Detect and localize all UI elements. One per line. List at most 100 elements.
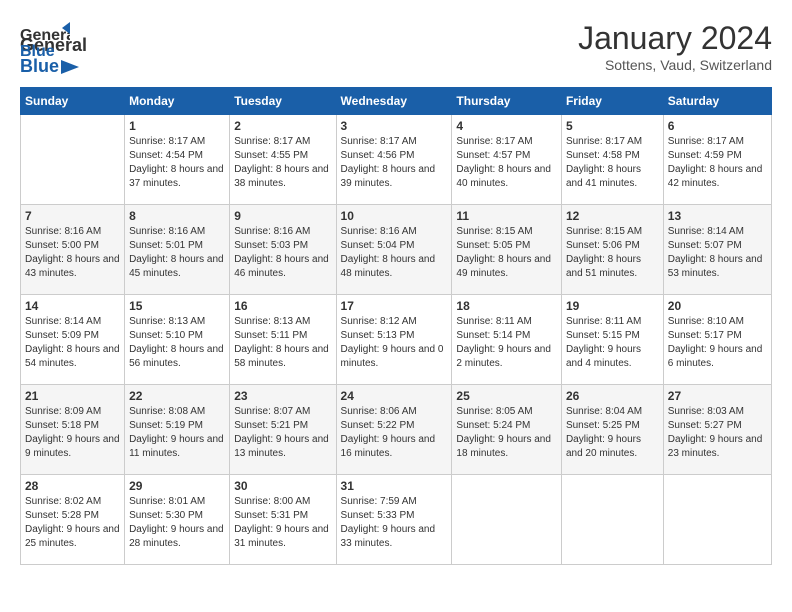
title-area: January 2024 Sottens, Vaud, Switzerland [578,20,772,73]
header-row: SundayMondayTuesdayWednesdayThursdayFrid… [21,88,772,115]
location-subtitle: Sottens, Vaud, Switzerland [578,57,772,73]
day-number: 19 [566,299,659,313]
day-info: Sunrise: 8:15 AMSunset: 5:05 PMDaylight:… [456,225,557,281]
day-number: 21 [25,389,120,403]
day-info: Sunrise: 8:03 AMSunset: 5:27 PMDaylight:… [668,405,767,461]
day-number: 9 [234,209,331,223]
day-info: Sunrise: 8:16 AMSunset: 5:01 PMDaylight:… [129,225,225,281]
day-number: 27 [668,389,767,403]
day-info: Sunrise: 8:17 AMSunset: 4:57 PMDaylight:… [456,135,557,191]
day-number: 10 [341,209,448,223]
day-info: Sunrise: 8:17 AMSunset: 4:59 PMDaylight:… [668,135,767,191]
calendar-cell: 2Sunrise: 8:17 AMSunset: 4:55 PMDaylight… [230,115,336,205]
calendar-cell: 30Sunrise: 8:00 AMSunset: 5:31 PMDayligh… [230,475,336,565]
calendar-cell [663,475,771,565]
calendar-cell: 17Sunrise: 8:12 AMSunset: 5:13 PMDayligh… [336,295,452,385]
svg-text:Blue: Blue [20,43,55,60]
day-number: 3 [341,119,448,133]
day-info: Sunrise: 8:10 AMSunset: 5:17 PMDaylight:… [668,315,767,371]
day-info: Sunrise: 8:14 AMSunset: 5:07 PMDaylight:… [668,225,767,281]
day-info: Sunrise: 8:16 AMSunset: 5:03 PMDaylight:… [234,225,331,281]
logo-icon: General Blue [20,20,70,60]
day-info: Sunrise: 8:13 AMSunset: 5:10 PMDaylight:… [129,315,225,371]
day-number: 25 [456,389,557,403]
day-info: Sunrise: 8:13 AMSunset: 5:11 PMDaylight:… [234,315,331,371]
calendar-cell: 4 Sunrise: 8:17 AMSunset: 4:57 PMDaylight… [452,115,562,205]
day-number: 14 [25,299,120,313]
day-header-friday: Friday [561,88,663,115]
calendar-cell: 29Sunrise: 8:01 AMSunset: 5:30 PMDayligh… [125,475,230,565]
calendar-cell: 8 Sunrise: 8:16 AMSunset: 5:01 PMDaylight… [125,205,230,295]
calendar-cell: 20 Sunrise: 8:10 AMSunset: 5:17 PMDayligh… [663,295,771,385]
week-row-3: 14 Sunrise: 8:14 AMSunset: 5:09 PMDayligh… [21,295,772,385]
day-number: 7 [25,209,120,223]
calendar-cell: 10 Sunrise: 8:16 AMSunset: 5:04 PMDayligh… [336,205,452,295]
day-header-thursday: Thursday [452,88,562,115]
day-number: 18 [456,299,557,313]
day-info: Sunrise: 8:11 AMSunset: 5:15 PMDaylight:… [566,315,659,371]
day-number: 5 [566,119,659,133]
calendar-cell [21,115,125,205]
day-info: Sunrise: 7:59 AMSunset: 5:33 PMDaylight:… [341,495,448,551]
day-number: 26 [566,389,659,403]
week-row-4: 21Sunrise: 8:09 AMSunset: 5:18 PMDayligh… [21,385,772,475]
calendar-cell: 26Sunrise: 8:04 AMSunset: 5:25 PMDayligh… [561,385,663,475]
week-row-5: 28 Sunrise: 8:02 AMSunset: 5:28 PMDayligh… [21,475,772,565]
day-number: 16 [234,299,331,313]
day-header-sunday: Sunday [21,88,125,115]
logo: General Blue General Blue [20,20,87,77]
calendar-cell: 18 Sunrise: 8:11 AMSunset: 5:14 PMDayligh… [452,295,562,385]
day-number: 24 [341,389,448,403]
calendar-cell: 3 Sunrise: 8:17 AMSunset: 4:56 PMDaylight… [336,115,452,205]
day-info: Sunrise: 8:05 AMSunset: 5:24 PMDaylight:… [456,405,557,461]
day-info: Sunrise: 8:08 AMSunset: 5:19 PMDaylight:… [129,405,225,461]
calendar-cell: 21Sunrise: 8:09 AMSunset: 5:18 PMDayligh… [21,385,125,475]
day-info: Sunrise: 8:07 AMSunset: 5:21 PMDaylight:… [234,405,331,461]
calendar-cell: 6Sunrise: 8:17 AMSunset: 4:59 PMDaylight… [663,115,771,205]
calendar-cell: 28 Sunrise: 8:02 AMSunset: 5:28 PMDayligh… [21,475,125,565]
calendar-cell: 1Sunrise: 8:17 AMSunset: 4:54 PMDaylight… [125,115,230,205]
calendar-cell: 24 Sunrise: 8:06 AMSunset: 5:22 PMDayligh… [336,385,452,475]
day-header-monday: Monday [125,88,230,115]
header: General Blue General Blue January 2024 S… [20,20,772,77]
day-header-wednesday: Wednesday [336,88,452,115]
day-info: Sunrise: 8:17 AMSunset: 4:58 PMDaylight:… [566,135,659,191]
day-number: 11 [456,209,557,223]
calendar-cell: 23Sunrise: 8:07 AMSunset: 5:21 PMDayligh… [230,385,336,475]
day-info: Sunrise: 8:06 AMSunset: 5:22 PMDaylight:… [341,405,448,461]
calendar-cell: 12Sunrise: 8:15 AMSunset: 5:06 PMDayligh… [561,205,663,295]
day-info: Sunrise: 8:11 AMSunset: 5:14 PMDaylight:… [456,315,557,371]
day-info: Sunrise: 8:14 AMSunset: 5:09 PMDaylight:… [25,315,120,371]
week-row-2: 7 Sunrise: 8:16 AMSunset: 5:00 PMDaylight… [21,205,772,295]
week-row-1: 1Sunrise: 8:17 AMSunset: 4:54 PMDaylight… [21,115,772,205]
day-number: 12 [566,209,659,223]
day-info: Sunrise: 8:16 AMSunset: 5:00 PMDaylight:… [25,225,120,281]
calendar-cell: 13 Sunrise: 8:14 AMSunset: 5:07 PMDayligh… [663,205,771,295]
day-info: Sunrise: 8:17 AMSunset: 4:55 PMDaylight:… [234,135,331,191]
day-number: 28 [25,479,120,493]
calendar-cell: 16 Sunrise: 8:13 AMSunset: 5:11 PMDayligh… [230,295,336,385]
day-header-tuesday: Tuesday [230,88,336,115]
calendar-cell: 14 Sunrise: 8:14 AMSunset: 5:09 PMDayligh… [21,295,125,385]
day-info: Sunrise: 8:17 AMSunset: 4:54 PMDaylight:… [129,135,225,191]
day-info: Sunrise: 8:16 AMSunset: 5:04 PMDaylight:… [341,225,448,281]
day-number: 31 [341,479,448,493]
day-number: 22 [129,389,225,403]
day-info: Sunrise: 8:17 AMSunset: 4:56 PMDaylight:… [341,135,448,191]
calendar-table: SundayMondayTuesdayWednesdayThursdayFrid… [20,87,772,565]
day-number: 8 [129,209,225,223]
day-header-saturday: Saturday [663,88,771,115]
day-number: 13 [668,209,767,223]
day-info: Sunrise: 8:02 AMSunset: 5:28 PMDaylight:… [25,495,120,551]
calendar-cell [561,475,663,565]
day-number: 20 [668,299,767,313]
calendar-cell: 15Sunrise: 8:13 AMSunset: 5:10 PMDayligh… [125,295,230,385]
calendar-cell: 27 Sunrise: 8:03 AMSunset: 5:27 PMDayligh… [663,385,771,475]
day-info: Sunrise: 8:00 AMSunset: 5:31 PMDaylight:… [234,495,331,551]
day-info: Sunrise: 8:01 AMSunset: 5:30 PMDaylight:… [129,495,225,551]
calendar-cell: 5 Sunrise: 8:17 AMSunset: 4:58 PMDaylight… [561,115,663,205]
day-info: Sunrise: 8:12 AMSunset: 5:13 PMDaylight:… [341,315,448,371]
calendar-cell: 9 Sunrise: 8:16 AMSunset: 5:03 PMDaylight… [230,205,336,295]
day-number: 4 [456,119,557,133]
month-title: January 2024 [578,20,772,57]
